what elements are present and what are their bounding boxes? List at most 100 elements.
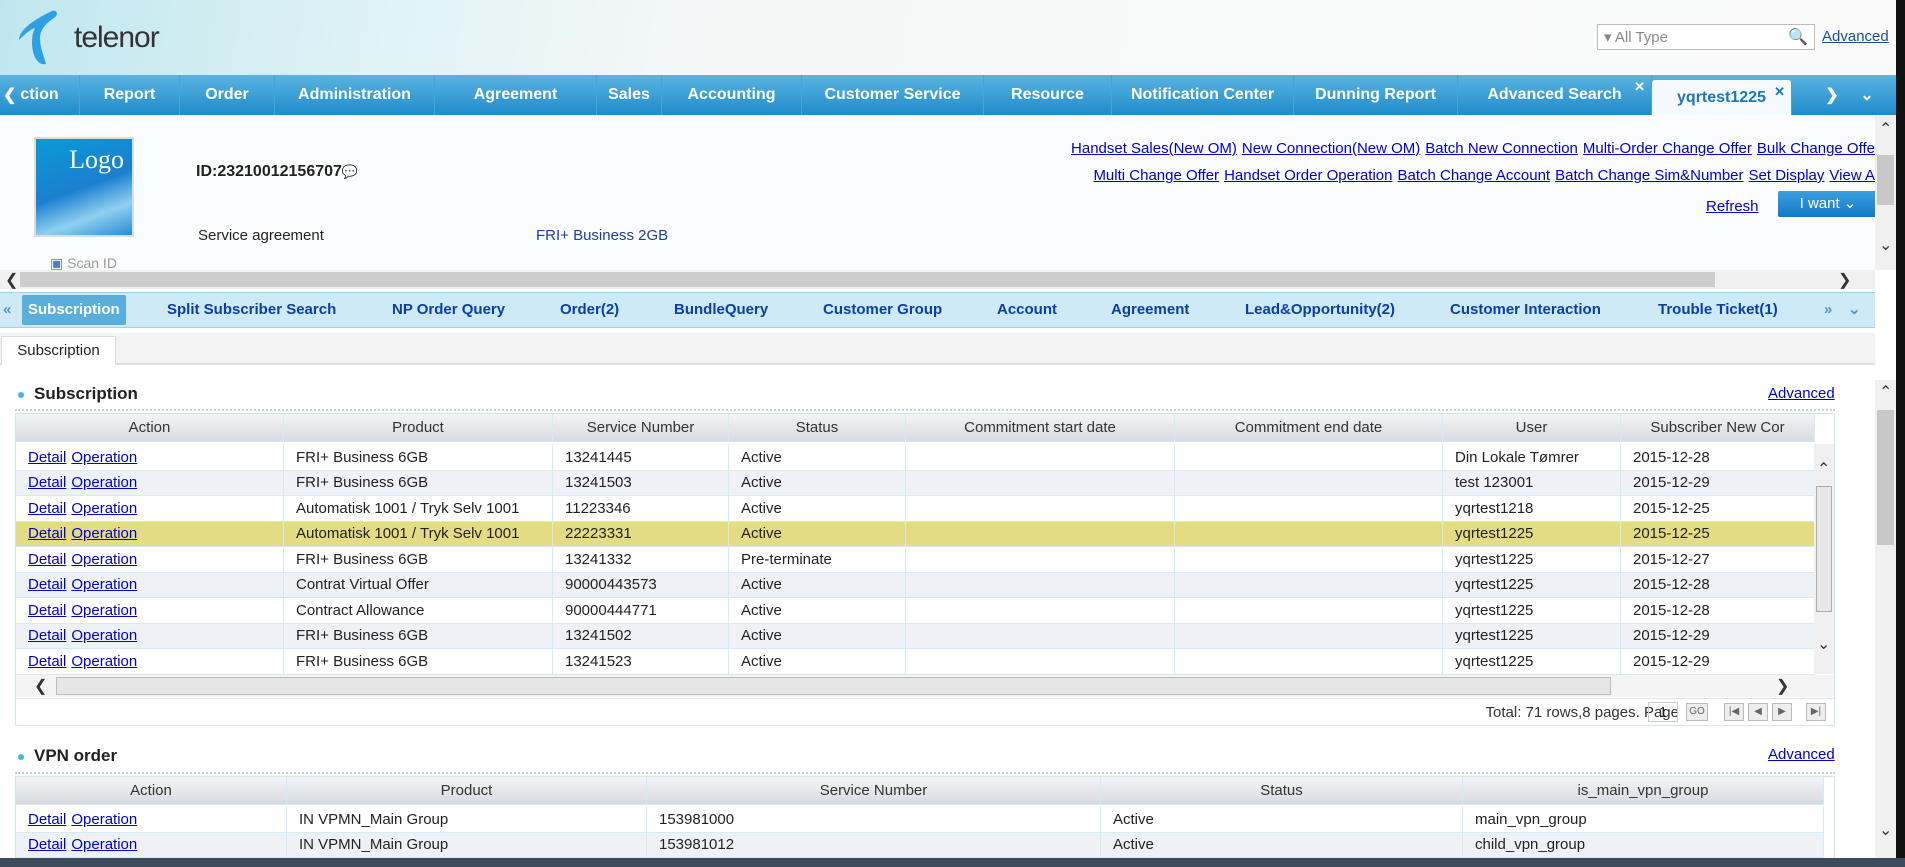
subtab-subscription[interactable]: Subscription (1, 336, 116, 365)
column-header[interactable]: Service Number (553, 414, 729, 441)
scroll-up-icon[interactable]: ⌃ (1879, 119, 1892, 139)
nav-tab[interactable]: Advanced Search ✕ (1458, 75, 1652, 115)
quick-link[interactable]: Multi-Order Change Offer (1583, 140, 1752, 157)
nav-tab[interactable]: Customer Service (802, 75, 984, 115)
detail-link[interactable]: Detail (28, 525, 66, 542)
scroll-down-icon[interactable]: ⌄ (1879, 235, 1892, 255)
nav-tab[interactable]: Dunning Report (1294, 75, 1458, 115)
customer-tab[interactable]: Account (997, 293, 1057, 327)
quick-link[interactable]: Bulk Change Offe (1757, 140, 1875, 157)
column-header[interactable]: is_main_vpn_group (1463, 777, 1824, 804)
quick-link[interactable]: New Connection(New OM) (1242, 140, 1420, 157)
nav-prev-icon[interactable]: ❮ (3, 85, 16, 105)
detail-link[interactable]: Detail (28, 551, 66, 568)
column-header[interactable]: Commitment end date (1175, 414, 1443, 441)
quick-link[interactable]: View A (1829, 167, 1875, 184)
tabs-prev-icon[interactable]: « (3, 293, 11, 327)
customer-tab[interactable]: Trouble Ticket(1) (1658, 293, 1778, 327)
operation-link[interactable]: Operation (71, 602, 137, 619)
prev-page-icon[interactable]: ◀ (1748, 703, 1768, 721)
scroll-left-icon[interactable]: ❮ (5, 270, 18, 290)
close-tab-icon[interactable]: ✕ (1634, 79, 1645, 95)
column-header[interactable]: Action (16, 777, 287, 804)
customer-tab[interactable]: Customer Interaction (1450, 293, 1601, 327)
comment-icon[interactable]: 💬 (342, 164, 358, 179)
scroll-left-icon[interactable]: ❮ (34, 676, 47, 696)
nav-tab[interactable]: Administration (275, 75, 435, 115)
service-agreement-value[interactable]: FRI+ Business 2GB (536, 227, 668, 244)
subscription-advanced-link[interactable]: Advanced (1768, 385, 1835, 402)
operation-link[interactable]: Operation (71, 449, 137, 466)
table-horizontal-scrollbar[interactable]: ❮ ❯ (16, 675, 1834, 697)
vpn-advanced-link[interactable]: Advanced (1768, 746, 1835, 763)
customer-tab[interactable]: NP Order Query (392, 293, 505, 327)
nav-expand-icon[interactable]: ⌄ (1852, 75, 1882, 115)
column-header[interactable]: Subscriber New Cor (1621, 414, 1815, 441)
column-header[interactable]: Service Number (647, 777, 1101, 804)
nav-tab[interactable]: Agreement (435, 75, 597, 115)
tabs-next-icon[interactable]: » (1824, 293, 1832, 327)
operation-link[interactable]: Operation (71, 474, 137, 491)
quick-link[interactable]: Handset Order Operation (1224, 167, 1392, 184)
table-row[interactable]: Detail Operation FRI+ Business 6GB 13241523… (16, 649, 1815, 675)
nav-next-icon[interactable]: ❯ (1812, 75, 1852, 115)
operation-link[interactable]: Operation (71, 500, 137, 517)
scrollbar-thumb[interactable] (20, 272, 1715, 287)
customer-tab[interactable]: Agreement (1111, 293, 1189, 327)
column-header[interactable]: Product (284, 414, 553, 441)
detail-link[interactable]: Detail (28, 602, 66, 619)
column-header[interactable]: Status (729, 414, 906, 441)
last-page-icon[interactable]: ▶| (1806, 703, 1826, 721)
column-header[interactable]: User (1443, 414, 1621, 441)
detail-link[interactable]: Detail (28, 811, 66, 828)
operation-link[interactable]: Operation (71, 627, 137, 644)
search-type-input[interactable]: ▾ All Type 🔍 (1597, 24, 1815, 50)
detail-link[interactable]: Detail (28, 653, 66, 670)
operation-link[interactable]: Operation (71, 525, 137, 542)
nav-tab[interactable]: Sales (597, 75, 662, 115)
column-header[interactable]: Status (1101, 777, 1463, 804)
nav-tab[interactable]: Notification Center (1112, 75, 1294, 115)
column-header[interactable]: Commitment start date (906, 414, 1175, 441)
table-row[interactable]: Detail Operation FRI+ Business 6GB 13241332… (16, 547, 1815, 573)
column-header[interactable]: Product (287, 777, 647, 804)
info-horizontal-scrollbar[interactable]: ❮ ❯ (0, 270, 1875, 289)
scrollbar-thumb[interactable] (1877, 155, 1894, 205)
nav-tab[interactable]: yqrtest1225 ✕ (1652, 80, 1792, 115)
nav-tab[interactable]: Accounting (662, 75, 802, 115)
info-vertical-scrollbar[interactable]: ⌃ ⌄ (1875, 115, 1896, 270)
quick-link[interactable]: Set Display (1749, 167, 1825, 184)
detail-link[interactable]: Detail (28, 474, 66, 491)
table-row[interactable]: Detail Operation Automatisk 1001 / Tryk Se… (16, 521, 1815, 547)
table-row[interactable]: Detail Operation IN VPMN_Main Group 1539810… (16, 807, 1824, 833)
quick-link[interactable]: Batch New Connection (1425, 140, 1578, 157)
scroll-right-icon[interactable]: ❯ (1776, 676, 1789, 696)
next-page-icon[interactable]: ▶ (1772, 703, 1792, 721)
scroll-down-icon[interactable]: ⌄ (1879, 820, 1892, 840)
operation-link[interactable]: Operation (71, 836, 137, 853)
customer-tab[interactable]: BundleQuery (674, 293, 768, 327)
operation-link[interactable]: Operation (71, 811, 137, 828)
scroll-right-icon[interactable]: ❯ (1838, 270, 1851, 290)
table-row[interactable]: Detail Operation Contrat Virtual Offer 9000… (16, 572, 1815, 598)
scroll-up-icon[interactable]: ⌃ (1879, 382, 1892, 402)
page-vertical-scrollbar[interactable]: ⌃ ⌄ (1875, 380, 1896, 858)
detail-link[interactable]: Detail (28, 627, 66, 644)
table-row[interactable]: Detail Operation IN VPMN_Main Group 1539810… (16, 832, 1824, 858)
customer-tab[interactable]: Customer Group (823, 293, 942, 327)
table-row[interactable]: Detail Operation Automatisk 1001 / Tryk Se… (16, 496, 1815, 522)
refresh-link[interactable]: Refresh (1706, 198, 1759, 215)
detail-link[interactable]: Detail (28, 449, 66, 466)
nav-tab[interactable]: ❮ ction (0, 75, 80, 115)
detail-link[interactable]: Detail (28, 576, 66, 593)
scroll-down-icon[interactable]: ⌄ (1817, 634, 1830, 654)
table-row[interactable]: Detail Operation FRI+ Business 6GB 13241502… (16, 623, 1815, 649)
page-number-input[interactable]: 1 (1648, 702, 1678, 722)
i-want-button[interactable]: I want ⌄ (1778, 191, 1878, 217)
table-row[interactable]: Detail Operation FRI+ Business 6GB 13241503… (16, 470, 1815, 496)
go-button[interactable]: GO (1686, 703, 1708, 721)
scrollbar-thumb[interactable] (1816, 486, 1832, 612)
scrollbar-thumb[interactable] (56, 677, 1611, 695)
close-tab-icon[interactable]: ✕ (1774, 84, 1785, 100)
nav-tab[interactable]: Resource (984, 75, 1112, 115)
